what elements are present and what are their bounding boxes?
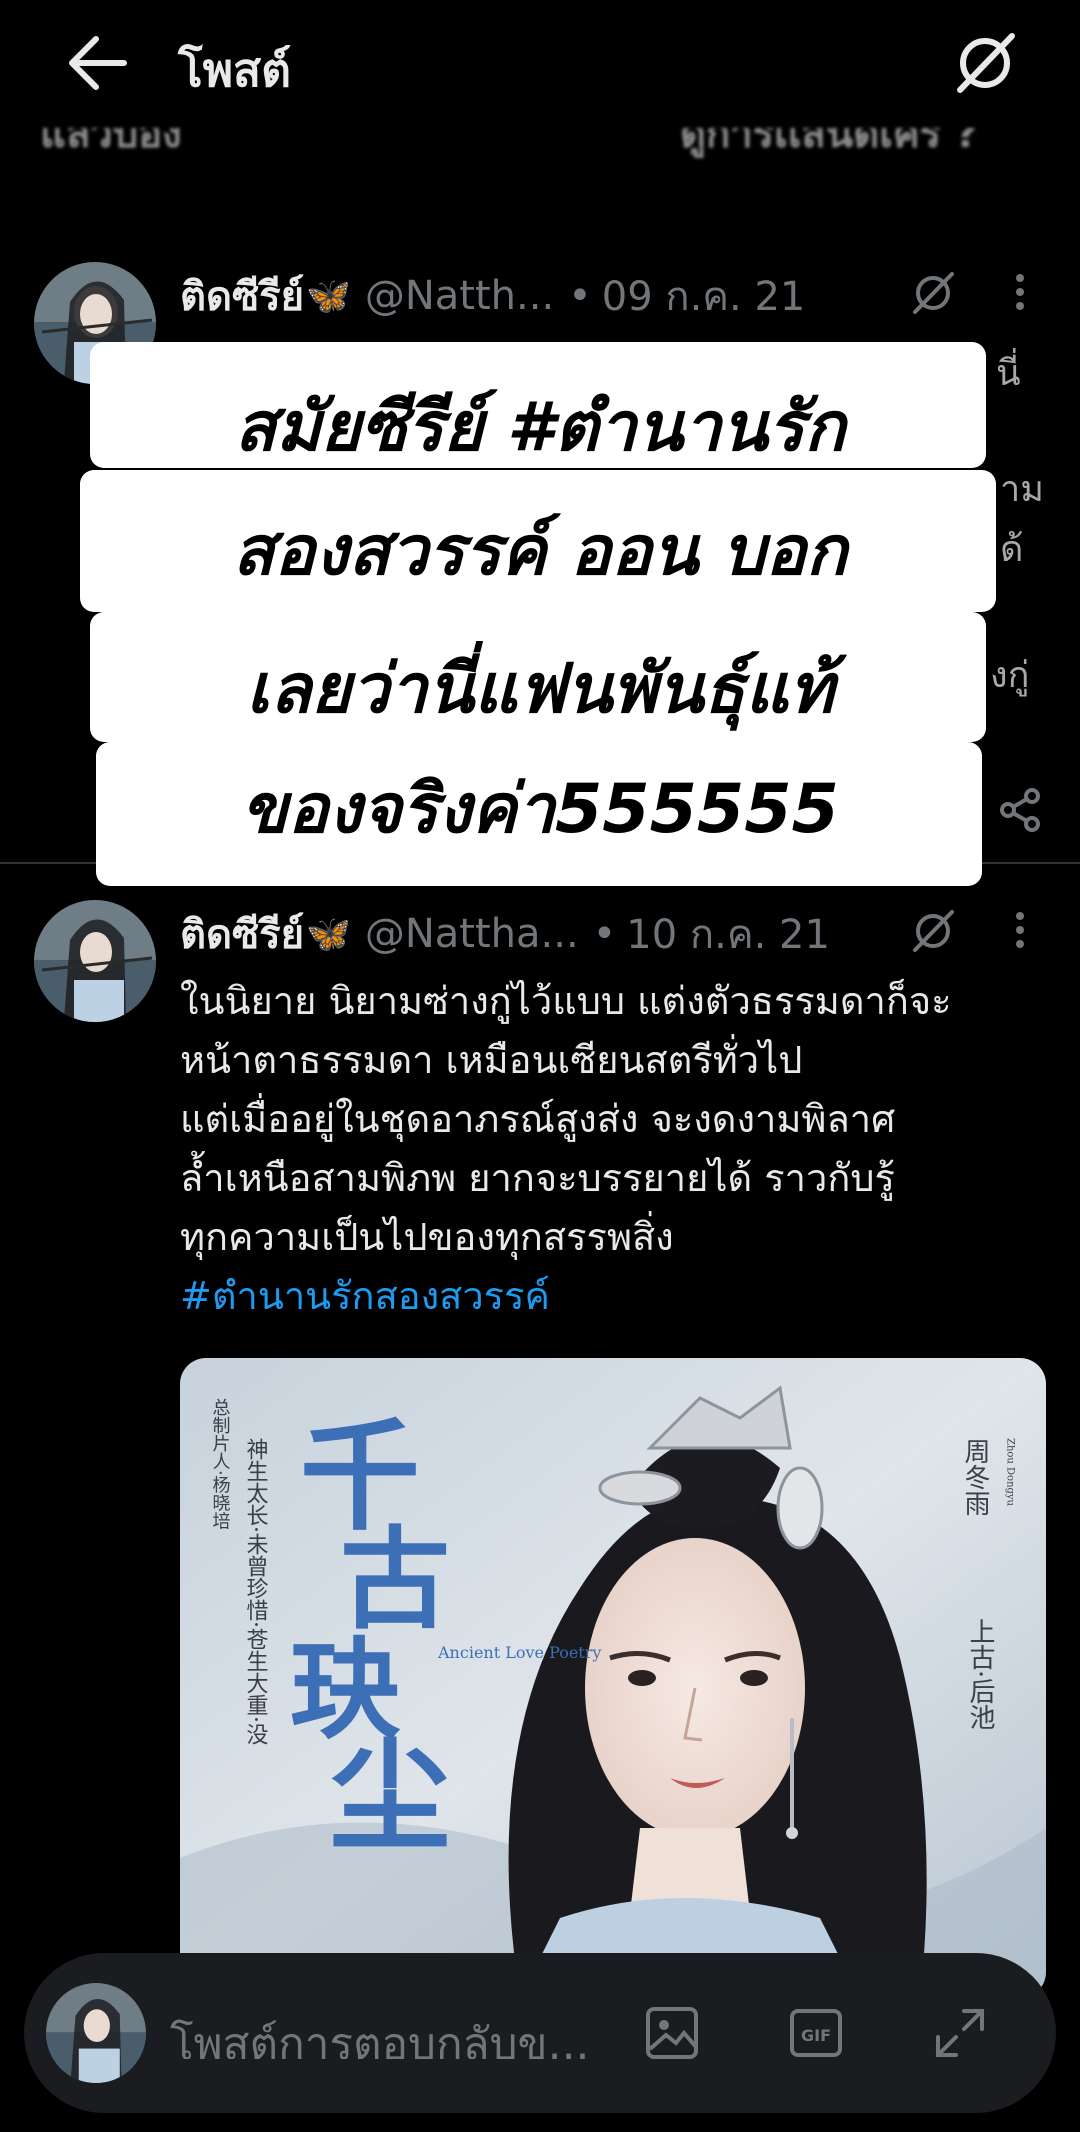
previous-content-fragment: แลวบอง ดูการเเสนดเคร ? — [40, 128, 1040, 168]
tweet-text-line: แต่เมื่ออยู่ในชุดอาภรณ์สูงส่ง จะงดงามพิล… — [180, 1097, 896, 1141]
poster-credit: 总制片人·杨晓培 — [210, 1398, 231, 1530]
tweet-date[interactable]: 10 ก.ค. 21 — [626, 902, 830, 966]
expand-composer-button[interactable] — [930, 2003, 990, 2063]
overlay-caption-line: สองสวรรค์ ออน บอก — [232, 512, 848, 591]
butterfly-emoji: 🦋 — [306, 276, 351, 317]
more-options-button[interactable] — [1010, 906, 1030, 956]
avatar[interactable] — [34, 900, 156, 1022]
tweet-text-line: ล้ำเหนือสามพิภพ ยากจะบรรยายได้ ราวกับรู้ — [180, 1156, 895, 1200]
tweet-text-line: ในนิยาย นิยามซ่างกู่ไว้แบบ แต่งตัวธรรมดา… — [180, 979, 952, 1023]
butterfly-emoji: 🦋 — [306, 914, 351, 955]
tweet-grok-button[interactable] — [908, 906, 958, 956]
add-gif-button[interactable]: GIF — [786, 2003, 846, 2063]
separator-dot: • — [592, 911, 617, 957]
ghost-text-right: ดูการเเสนดเคร ? — [680, 128, 979, 157]
gif-icon: GIF — [790, 2009, 842, 2057]
overlay-caption-line: สมัยซีรีย์ #ตำนานรัก — [234, 388, 846, 467]
tweet-grok-button[interactable] — [908, 268, 958, 318]
poster-tagline: 神生太长·未曾珍惜·苍生大重·没 — [243, 1438, 269, 1745]
grok-icon — [957, 33, 1015, 93]
poster-title-char: 尘 — [330, 1726, 450, 1867]
add-image-button[interactable] — [642, 2003, 702, 2063]
grok-icon — [913, 272, 954, 314]
tweet-date[interactable]: 09 ก.ค. 21 — [602, 264, 806, 328]
overlay-caption-line: เลยว่านี่แฟนพันธุ์แท้ — [246, 650, 834, 729]
page-title: โพสต์ — [178, 43, 291, 97]
user-handle[interactable]: @Natth... — [365, 273, 554, 319]
poster-actor-roman: Zhou Dongyu — [1005, 1438, 1016, 1507]
tweet-image[interactable]: 千 古 玦 尘 Ancient Love Poetry 总制片人·杨晓培 神生太… — [180, 1358, 1046, 1998]
poster-english-title: Ancient Love Poetry — [437, 1643, 601, 1662]
tweet-header: ติดซีรีย์ 🦋 @Natth... • 09 ก.ค. 21 — [180, 270, 805, 322]
poster-role-name: 上古·后池 — [965, 1618, 995, 1730]
tweet-body: ในนิยาย นิยามซ่างกู่ไว้แบบ แต่งตัวธรรมดา… — [180, 972, 1060, 1326]
grok-icon — [913, 910, 954, 952]
overlay-caption-line: ของจริงค่า555555 — [241, 770, 839, 849]
my-avatar — [46, 1983, 146, 2083]
image-icon — [646, 2007, 698, 2059]
grok-button[interactable] — [950, 28, 1020, 98]
ghost-text-left: แลวบอง — [40, 128, 182, 157]
back-button[interactable] — [62, 30, 132, 96]
separator-dot: • — [568, 273, 592, 319]
more-icon — [1010, 274, 1030, 310]
reply-composer[interactable]: โพสต์การตอบกลับข... GIF — [24, 1953, 1056, 2113]
expand-icon — [936, 2009, 984, 2057]
more-icon — [1010, 912, 1030, 948]
hashtag-link[interactable]: #ตำนานรักสองสวรรค์ — [180, 1267, 1060, 1326]
display-name[interactable]: ติดซีรีย์ — [180, 902, 304, 966]
tweet-header: ติดซีรีย์ 🦋 @Nattha... • 10 ก.ค. 21 — [180, 908, 830, 960]
reply-input[interactable]: โพสต์การตอบกลับข... — [170, 2009, 630, 2059]
user-handle[interactable]: @Nattha... — [365, 911, 579, 957]
more-options-button[interactable] — [1010, 268, 1030, 318]
tweet-text-line: หน้าตาธรรมดา เหมือนเซียนสตรีทั่วไป — [180, 1038, 803, 1082]
poster-actor-name: 周冬雨 — [960, 1438, 990, 1516]
top-app-bar: โพสต์ — [0, 0, 1080, 125]
arrow-left-icon — [69, 36, 127, 90]
display-name[interactable]: ติดซีรีย์ — [180, 264, 304, 328]
svg-text:GIF: GIF — [801, 2026, 831, 2045]
tweet-text-line: ทุกความเป็นไปของทุกสรรพสิ่ง — [180, 1215, 674, 1259]
